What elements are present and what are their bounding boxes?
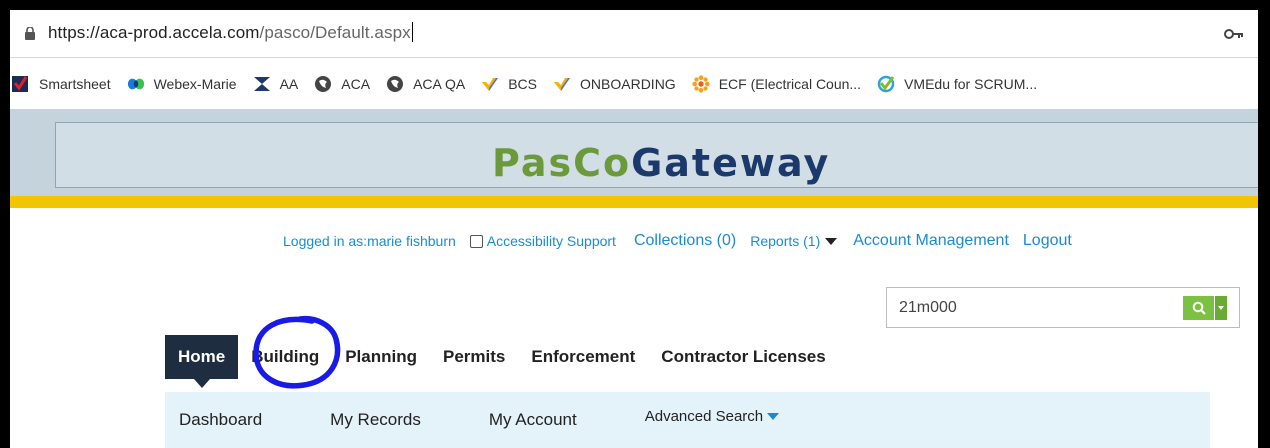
- collections-link[interactable]: Collections (0): [634, 232, 736, 250]
- subnav-my-records[interactable]: My Records: [330, 410, 421, 430]
- caret-down-icon: [767, 412, 780, 420]
- search-input[interactable]: [887, 288, 1177, 327]
- tab-contractor-licenses[interactable]: Contractor Licenses: [648, 335, 838, 379]
- bookmark-webex[interactable]: Webex-Marie: [127, 75, 237, 93]
- subnav-my-account[interactable]: My Account: [489, 410, 577, 430]
- accela-icon: [253, 75, 271, 93]
- lock-icon: [25, 27, 35, 40]
- bookmark-aca[interactable]: ACA: [314, 75, 370, 93]
- bookmark-label: ACA QA: [413, 75, 466, 92]
- text-caret: [411, 22, 413, 42]
- address-bar[interactable]: https://aca-prod.accela.com/pasco/Defaul…: [10, 10, 1258, 58]
- site-body: Logged in as:marie fishburn Accessibilit…: [10, 208, 1258, 448]
- globe-icon: [386, 75, 404, 93]
- logo-part-pasco: PasCo: [492, 141, 632, 185]
- logo-banner[interactable]: PasCoGateway: [55, 122, 1258, 188]
- bookmark-label: ONBOARDING: [580, 75, 676, 92]
- smartsheet-icon: [12, 75, 30, 93]
- logo-part-gateway: Gateway: [631, 141, 831, 185]
- accessibility-checkbox[interactable]: [469, 234, 483, 248]
- url-path: /pasco/Default.aspx: [259, 23, 411, 42]
- bcs-icon: [481, 75, 499, 93]
- key-icon[interactable]: [1224, 28, 1244, 40]
- accessibility-label: Accessibility Support: [486, 233, 616, 249]
- accessibility-toggle[interactable]: Accessibility Support: [469, 233, 616, 249]
- tab-permits[interactable]: Permits: [430, 335, 518, 379]
- main-nav: Home Building Planning Permits Enforceme…: [165, 335, 839, 388]
- bookmark-onboarding[interactable]: ONBOARDING: [553, 75, 676, 93]
- subnav-advanced-search[interactable]: Advanced Search: [644, 407, 780, 425]
- reports-menu[interactable]: Reports (1): [750, 233, 838, 249]
- site-logo[interactable]: PasCoGateway: [492, 141, 830, 185]
- browser-window: https://aca-prod.accela.com/pasco/Defaul…: [10, 10, 1258, 448]
- subnav-dashboard[interactable]: Dashboard: [179, 410, 262, 430]
- account-links: Logged in as:marie fishburn Accessibilit…: [283, 232, 1086, 250]
- bcs-icon: [553, 75, 571, 93]
- flower-icon: [692, 74, 710, 93]
- bookmark-aca-qa[interactable]: ACA QA: [386, 75, 465, 93]
- webex-icon: [127, 75, 145, 93]
- logged-in-link[interactable]: Logged in as:marie fishburn: [283, 233, 456, 249]
- tab-enforcement[interactable]: Enforcement: [518, 335, 648, 379]
- bookmark-bcs[interactable]: BCS: [481, 75, 537, 93]
- tab-planning[interactable]: Planning: [332, 335, 430, 379]
- accent-divider: [10, 196, 1258, 208]
- bookmark-label: BCS: [508, 75, 538, 92]
- caret-down-icon: [825, 237, 838, 245]
- logout-link[interactable]: Logout: [1023, 232, 1072, 250]
- site-header: PasCoGateway: [10, 110, 1258, 196]
- bookmark-label: Webex-Marie: [153, 75, 237, 92]
- bookmark-ecf[interactable]: ECF (Electrical Coun...: [692, 74, 862, 93]
- global-search: [886, 287, 1240, 328]
- search-dropdown-button[interactable]: [1215, 296, 1227, 320]
- globe-icon: [314, 75, 332, 93]
- url-text[interactable]: https://aca-prod.accela.com/pasco/Defaul…: [48, 22, 413, 43]
- bookmark-aa[interactable]: AA: [253, 75, 299, 93]
- advanced-search-label: Advanced Search: [644, 407, 764, 425]
- bookmark-label: Smartsheet: [39, 75, 111, 92]
- search-icon: [1192, 301, 1206, 315]
- tab-home[interactable]: Home: [165, 335, 239, 388]
- bookmark-smartsheet[interactable]: Smartsheet: [12, 75, 111, 93]
- bookmark-label: VMEdu for SCRUM...: [904, 75, 1038, 92]
- account-management-link[interactable]: Account Management: [853, 232, 1009, 250]
- tab-building[interactable]: Building: [238, 335, 332, 379]
- bookmark-label: ECF (Electrical Coun...: [718, 75, 862, 92]
- bookmark-label: AA: [279, 75, 299, 92]
- bookmark-label: ACA: [341, 75, 371, 92]
- vmedu-icon: [877, 75, 895, 93]
- reports-label: Reports (1): [750, 233, 821, 249]
- bookmarks-bar: Smartsheet Webex-Marie AA ACA ACA QA BCS…: [10, 58, 1258, 110]
- url-host: https://aca-prod.accela.com: [48, 23, 260, 42]
- search-button[interactable]: [1183, 296, 1214, 320]
- bookmark-vmedu[interactable]: VMEdu for SCRUM...: [877, 75, 1037, 93]
- sub-nav: Dashboard My Records My Account Advanced…: [165, 392, 1210, 448]
